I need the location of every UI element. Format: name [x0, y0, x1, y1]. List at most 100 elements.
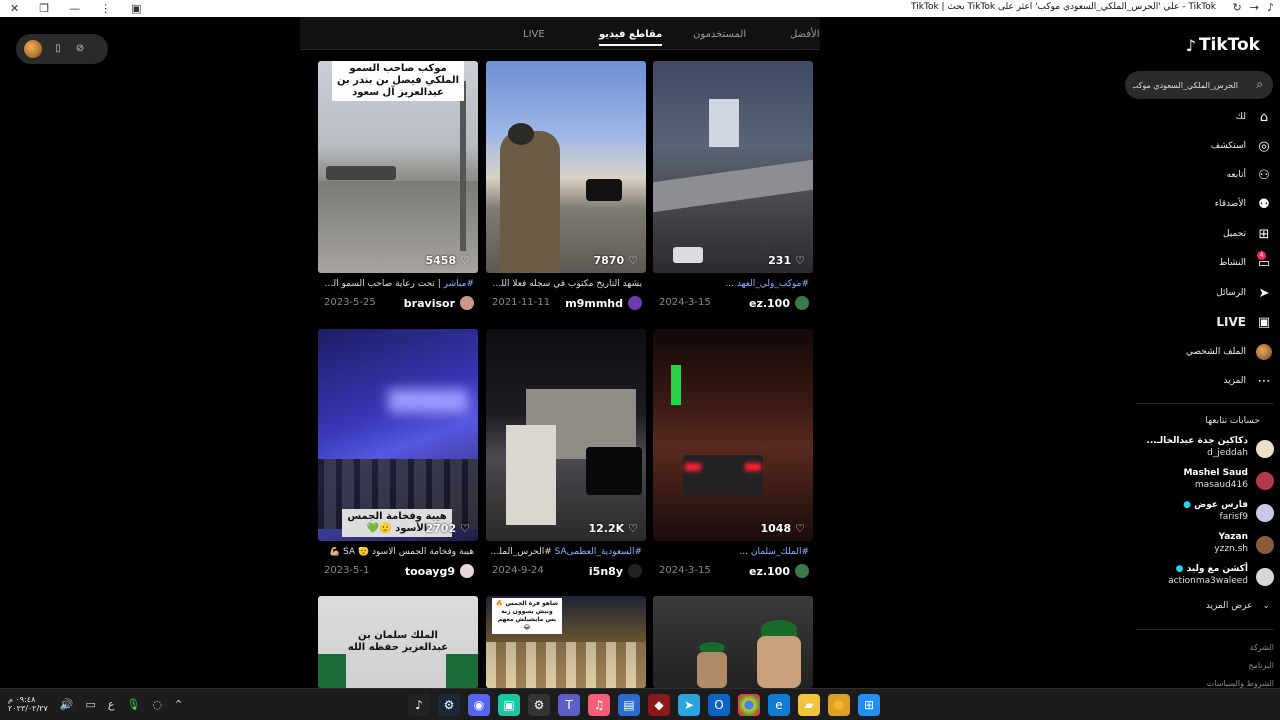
see-more-button[interactable]: عرض المزيد ⌄ — [1206, 601, 1270, 611]
tab-users[interactable]: المستخدمون — [693, 29, 746, 40]
video-date: 2024-3-15 — [659, 297, 711, 308]
video-thumbnail[interactable]: الملك سلمان بن عبدالعزيز حفظه الله — [318, 596, 478, 688]
video-thumbnail[interactable] — [653, 596, 813, 688]
floating-controls: ▯ ⊘ — [16, 34, 108, 64]
system-tray: ٠٩:٤٨ م ٢٠٢٣/٠٢/٢٧ 🔊 ▭ ع 🎙 ◌ ⌃ — [8, 695, 183, 713]
video-thumbnail[interactable]: شاهو فرة الجمس 🔥 وبيش يسوون زبه بس مايشي… — [486, 596, 646, 688]
footer-link[interactable]: الشروط والسياسات — [1207, 679, 1274, 688]
video-thumbnail[interactable]: موكب صاحب السمو الملكي فيصل بن بندر بن ع… — [318, 61, 478, 273]
video-meta: 2023-5-1 tooayg9 — [322, 564, 474, 579]
video-date: 2023-5-25 — [324, 297, 376, 308]
friends-icon: ⚉ — [1258, 196, 1270, 212]
music-icon[interactable]: ♫ — [588, 694, 610, 716]
tray-chevron-up-icon[interactable]: ⌃ — [174, 698, 183, 711]
followed-account[interactable]: دكاكين جدة عبدالخالـ... d_jeddah — [1134, 436, 1274, 462]
game-icon[interactable]: ◆ — [648, 694, 670, 716]
search-input[interactable] — [1133, 80, 1238, 90]
nav-item-live[interactable]: LIVE ▣ — [1216, 313, 1272, 331]
avatar — [1256, 472, 1274, 490]
tab-top[interactable]: الأفضل — [790, 29, 820, 40]
followed-account[interactable]: أكشن مع وليد ● actionma3waleed — [1134, 564, 1274, 590]
nav-item-following[interactable]: أتابعه ⚇ — [1227, 166, 1272, 184]
followed-account[interactable]: فارس عوض ● farisf9 — [1134, 500, 1274, 526]
heart-icon: ♡ — [795, 254, 805, 267]
chrome-icon[interactable] — [738, 694, 760, 716]
settings-icon[interactable]: ⚙ — [528, 694, 550, 716]
avatar[interactable] — [24, 40, 42, 58]
video-author[interactable]: m9mmhd — [565, 296, 642, 310]
video-author[interactable]: tooayg9 — [405, 564, 474, 578]
discord-icon[interactable]: ◉ — [468, 694, 490, 716]
avatar — [1256, 440, 1274, 458]
video-author[interactable]: i5n8y — [589, 564, 642, 578]
verified-icon: ● — [1175, 564, 1184, 574]
following-accounts-title: حسابات تتابعها — [1205, 416, 1260, 426]
compass-small-icon[interactable]: ⊘ — [74, 43, 86, 55]
teams-icon[interactable]: T — [558, 694, 580, 716]
avatar — [1256, 568, 1274, 586]
heart-icon: ♡ — [628, 254, 638, 267]
divider — [1136, 403, 1274, 404]
menu-dots-icon[interactable]: ⋮ — [100, 2, 111, 15]
steam-icon[interactable]: ⚙ — [438, 694, 460, 716]
browser-title-bar: ✕ ❐ — ⋮ ▣ TikTok - علي 'الحرس_الملكي_الس… — [0, 0, 1280, 17]
tiktok-logo[interactable]: ♪ TikTok — [1186, 35, 1260, 55]
forward-icon[interactable]: → — [1250, 1, 1259, 14]
nav-item-activity[interactable]: النشاط ▭ 4 — [1219, 251, 1272, 272]
battery-icon[interactable]: ◌ — [152, 698, 162, 711]
like-count: 2702 ♡ — [425, 522, 471, 535]
search-bar[interactable]: ⌕ — [1125, 71, 1273, 99]
store-icon[interactable]: ▤ — [618, 694, 640, 716]
author-avatar — [460, 296, 474, 310]
tab-live[interactable]: LIVE — [523, 29, 545, 40]
footer-link[interactable]: البرنامج — [1248, 661, 1274, 670]
video-thumbnail[interactable]: 231 ♡ — [653, 61, 813, 273]
language-icon[interactable]: ع — [108, 698, 115, 711]
clock[interactable]: ٠٩:٤٨ م ٢٠٢٣/٠٢/٢٧ — [8, 695, 48, 713]
avatar — [1256, 504, 1274, 522]
nav-item-for-you[interactable]: لك ⌂ — [1236, 108, 1272, 126]
like-count: 12.2K ♡ — [588, 522, 638, 535]
video-thumbnail[interactable]: هيبة وفخامة الجمس الأسود 🫡💚 2702 ♡ — [318, 329, 478, 541]
footer-link[interactable]: الشركة — [1250, 643, 1274, 652]
microphone-icon[interactable]: 🎙 — [126, 698, 140, 711]
tiktok-app-icon[interactable]: ♪ — [408, 694, 430, 716]
video-author[interactable]: ez.100 — [749, 296, 809, 310]
telegram-icon[interactable]: ➤ — [678, 694, 700, 716]
nav-item-messages[interactable]: الرسائل ➤ — [1216, 284, 1272, 302]
followed-account[interactable]: Yazan yzzn.sh — [1134, 532, 1274, 558]
extensions-icon[interactable]: ▣ — [131, 2, 141, 15]
restore-window-icon[interactable]: ❐ — [39, 2, 49, 15]
nav-item-upload[interactable]: تحميل ⊞ — [1223, 225, 1272, 243]
nav-item-explore[interactable]: استكشف ◎ — [1211, 137, 1272, 155]
like-count: 1048 ♡ — [760, 522, 806, 535]
tab-videos[interactable]: مقاطع فيديو — [599, 29, 663, 46]
video-author[interactable]: ez.100 — [749, 564, 809, 578]
heart-icon: ♡ — [795, 522, 805, 535]
nav-item-profile[interactable]: الملف الشخصي — [1186, 343, 1272, 361]
minimize-window-icon[interactable]: — — [69, 2, 80, 15]
tiktok-note-icon: ♪ — [1185, 35, 1196, 55]
chat-app-icon[interactable]: ▣ — [498, 694, 520, 716]
edge-icon[interactable]: e — [768, 694, 790, 716]
network-icon[interactable]: ▭ — [85, 698, 95, 711]
video-thumbnail[interactable]: 7870 ♡ — [486, 61, 646, 273]
followed-account[interactable]: Mashel Saud masaud416 — [1134, 468, 1274, 494]
outlook-icon[interactable]: O — [708, 694, 730, 716]
close-window-icon[interactable]: ✕ — [10, 2, 19, 15]
video-thumbnail[interactable]: 12.2K ♡ — [486, 329, 646, 541]
avatar — [1256, 536, 1274, 554]
search-icon[interactable]: ⌕ — [1256, 77, 1263, 92]
video-meta: 2024-3-15 ez.100 — [657, 296, 809, 311]
reload-icon[interactable]: ↻ — [1233, 1, 1242, 14]
nav-item-friends[interactable]: الأصدقاء ⚉ — [1215, 195, 1272, 213]
volume-icon[interactable]: 🔊 — [60, 698, 74, 711]
chrome-canary-icon[interactable] — [828, 694, 850, 716]
windows-start-icon[interactable]: ⊞ — [858, 694, 880, 716]
nav-item-more[interactable]: المزيد ⋯ — [1223, 372, 1272, 390]
phone-icon[interactable]: ▯ — [52, 43, 64, 55]
video-author[interactable]: bravisor — [404, 296, 474, 310]
video-thumbnail[interactable]: 1048 ♡ — [653, 329, 813, 541]
video-meta: 2021-11-11 m9mmhd — [490, 296, 642, 311]
file-explorer-icon[interactable]: ▰ — [798, 694, 820, 716]
